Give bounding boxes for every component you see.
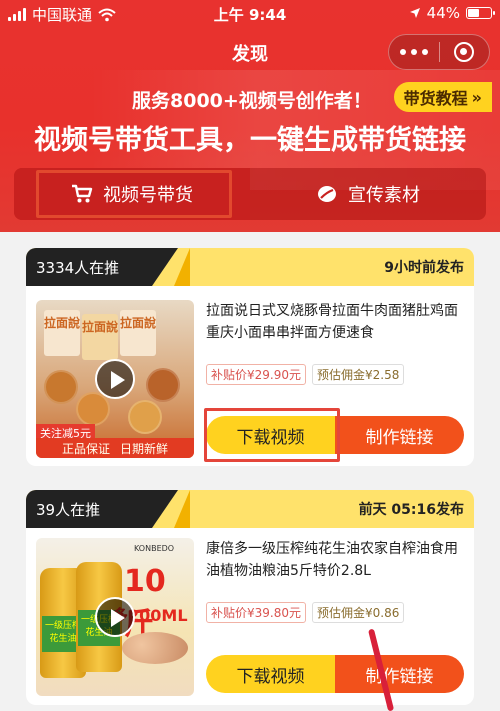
battery-level: [468, 9, 479, 17]
publish-time: 9小时前发布: [384, 260, 464, 276]
battery-percent: 44%: [426, 4, 460, 22]
price-info: 补贴价¥39.80元 预估佣金¥0.86: [206, 602, 405, 623]
tab-promo-materials[interactable]: 宣传素材: [250, 168, 486, 220]
noodle-bowl-image: [76, 392, 110, 426]
product-thumbnail[interactable]: 拉面說 拉面說 拉面說 关注减5元 正品保证 日期新鲜: [36, 300, 194, 458]
price-info: 补贴价¥29.90元 预估佣金¥2.58: [206, 364, 405, 385]
leaf-icon: [318, 186, 336, 202]
brand-logo: KONBEDO: [134, 544, 175, 553]
tab-highlight-box: [36, 170, 232, 218]
battery-icon: [466, 7, 495, 19]
promoters-count: 39人在推: [26, 490, 152, 528]
header-banner: 中国联通 上午 9:44 44% 发现 服务8000+视频号创作者！ 带货教程 …: [0, 0, 500, 232]
download-highlight-box: [204, 408, 340, 462]
action-buttons: 下载视频 制作链接: [206, 655, 464, 693]
noodle-bowl-image: [44, 370, 78, 404]
double-chevron-right-icon: »: [471, 87, 482, 107]
thumb-band-text: 正品保证: [61, 441, 110, 456]
close-target-icon[interactable]: [439, 42, 489, 62]
more-icon[interactable]: [389, 49, 439, 55]
tutorial-label: 带货教程: [403, 89, 468, 108]
status-bar: 中国联通 上午 9:44 44%: [0, 0, 500, 26]
subsidy-price: 补贴价¥29.90元: [206, 364, 306, 385]
noodle-bowl-image: [128, 400, 162, 434]
product-title[interactable]: 康倍多一级压榨纯花生油农家自榨油食用油植物油粮油5斤特价2.8L: [206, 538, 464, 582]
tab-video-selling[interactable]: 视频号带货: [14, 168, 250, 220]
location-arrow-icon: [409, 8, 420, 18]
publish-time: 前天 05:16发布: [358, 502, 464, 518]
package-image: 拉面說: [120, 310, 156, 356]
make-link-button[interactable]: 制作链接: [335, 416, 464, 454]
thumb-band-text: 日期新鲜: [120, 441, 169, 456]
status-right: 44%: [409, 4, 495, 22]
make-link-button[interactable]: 制作链接: [335, 655, 464, 693]
play-icon[interactable]: [95, 597, 135, 637]
commission: 预估佣金¥2.58: [312, 364, 405, 385]
product-thumbnail[interactable]: 一级压榨花生油 一级压榨花生油 KONBEDO 10斤 多200ML: [36, 538, 194, 696]
product-title[interactable]: 拉面说日式叉烧豚骨拉面牛肉面猪肚鸡面重庆小面串串拌面方便速食: [206, 300, 464, 344]
noodle-bowl-image: [146, 368, 180, 402]
package-image: 拉面說: [82, 314, 118, 360]
peanuts-image: [122, 632, 188, 664]
topbar-accent: [174, 248, 190, 286]
commission: 预估佣金¥0.86: [312, 602, 405, 623]
subsidy-price: 补贴价¥39.80元: [206, 602, 306, 623]
thumb-band: 正品保证 日期新鲜: [36, 438, 194, 458]
topbar-accent: [174, 490, 190, 528]
tutorial-button[interactable]: 带货教程 »: [393, 82, 492, 112]
download-video-button[interactable]: 下载视频: [206, 655, 335, 693]
card-topbar: 39人在推 前天 05:16发布: [26, 490, 474, 528]
card-topbar: 3334人在推 9小时前发布: [26, 248, 474, 286]
play-icon[interactable]: [95, 359, 135, 399]
package-image: 拉面說: [44, 310, 80, 356]
miniprogram-capsule[interactable]: [388, 34, 490, 70]
tab-bar: 视频号带货 宣传素材: [14, 168, 486, 220]
product-card: 39人在推 前天 05:16发布 一级压榨花生油 一级压榨花生油 KONBEDO…: [26, 490, 474, 705]
tab-label: 宣传素材: [348, 185, 420, 206]
promo-text: 服务8000+视频号创作者！: [132, 90, 372, 112]
promoters-count: 3334人在推: [26, 248, 152, 286]
headline: 视频号带货工具，一键生成带货链接: [34, 125, 466, 156]
